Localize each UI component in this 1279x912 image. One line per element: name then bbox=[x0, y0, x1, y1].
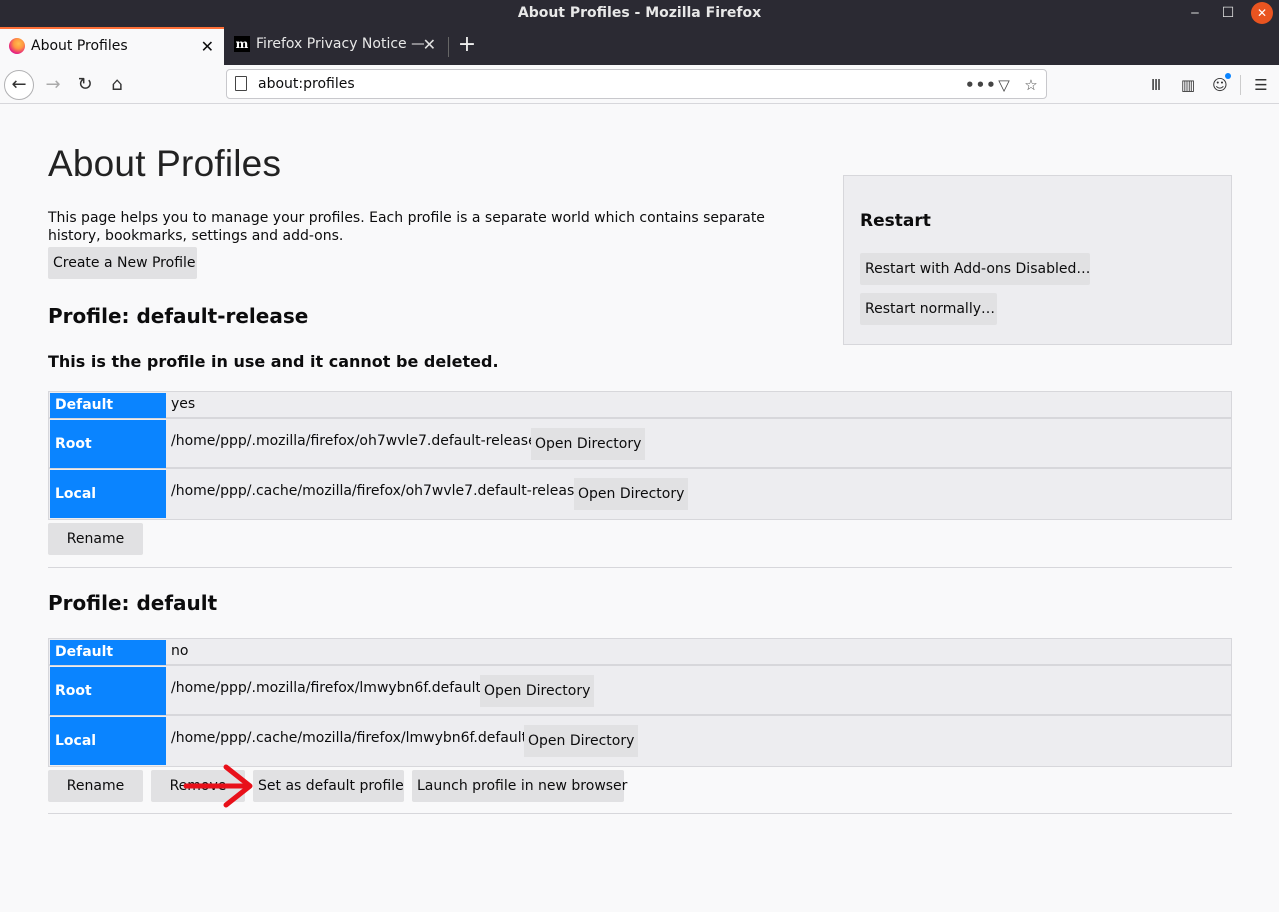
profile-heading: Profile: default bbox=[48, 591, 218, 615]
launch-profile-button[interactable]: Launch profile in new browser bbox=[412, 770, 627, 802]
window-titlebar: About Profiles - Mozilla Firefox ‒ ☐ ✕ bbox=[0, 0, 1279, 27]
intro-text: This page helps you to manage your profi… bbox=[48, 210, 765, 244]
rename-profile-button[interactable]: Rename bbox=[48, 523, 143, 555]
rename-profile-button[interactable]: Rename bbox=[48, 770, 143, 802]
toolbar-separator bbox=[1240, 75, 1241, 95]
local-directory-header: Local Directory bbox=[50, 470, 166, 550]
section-divider bbox=[48, 567, 1232, 568]
restart-normally-button[interactable]: Restart normally… bbox=[860, 293, 997, 325]
profile-table: Default Profile no Root Directory /home/… bbox=[48, 638, 1232, 797]
new-tab-button[interactable]: + bbox=[456, 32, 478, 58]
local-directory-path: /home/ppp/.cache/mozilla/firefox/oh7wvle… bbox=[171, 483, 583, 499]
table-row: Root Directory /home/ppp/.mozilla/firefo… bbox=[49, 666, 1231, 747]
open-local-directory-button[interactable]: Open Directory bbox=[524, 725, 639, 757]
create-new-profile-button[interactable]: Create a New Profile bbox=[48, 247, 197, 279]
navigation-toolbar: ← → ↻ ⌂ about:profiles ••• ▽ ☆ Ⅲ ▥ ☺ ☰ bbox=[0, 65, 1279, 104]
hamburger-menu-icon[interactable]: ☰ bbox=[1247, 71, 1275, 99]
local-directory-header: Local Directory bbox=[50, 717, 166, 797]
mozilla-m-icon: m bbox=[234, 36, 250, 52]
default-profile-header: Default Profile bbox=[50, 640, 166, 685]
table-row: Local Directory /home/ppp/.cache/mozilla… bbox=[49, 716, 1231, 797]
default-profile-value: yes bbox=[171, 396, 196, 412]
tab-label: Firefox Privacy Notice — bbox=[256, 36, 424, 52]
open-local-directory-button[interactable]: Open Directory bbox=[574, 478, 689, 510]
table-row: Default Profile yes bbox=[49, 392, 1231, 438]
root-directory-path: /home/ppp/.mozilla/firefox/lmwybn6f.defa… bbox=[171, 680, 481, 696]
close-tab-icon[interactable]: ✕ bbox=[201, 37, 214, 56]
table-row: Root Directory /home/ppp/.mozilla/firefo… bbox=[49, 419, 1231, 500]
table-row: Default Profile no bbox=[49, 639, 1231, 685]
reload-button[interactable]: ↻ bbox=[70, 70, 100, 100]
firefox-icon bbox=[9, 38, 25, 54]
back-button[interactable]: ← bbox=[4, 70, 34, 100]
profile-heading: Profile: default-release bbox=[48, 304, 309, 328]
profile-table: Default Profile yes Root Directory /home… bbox=[48, 391, 1232, 550]
pocket-icon[interactable]: ▽ bbox=[993, 74, 1015, 96]
tab-privacy-notice[interactable]: m Firefox Privacy Notice — ✕ bbox=[225, 27, 446, 65]
root-directory-header: Root Directory bbox=[50, 667, 166, 747]
minimize-button[interactable]: ‒ bbox=[1184, 2, 1206, 24]
restart-panel: Restart Restart with Add-ons Disabled… R… bbox=[843, 175, 1232, 345]
red-arrow-icon bbox=[183, 764, 253, 808]
home-button[interactable]: ⌂ bbox=[102, 70, 132, 100]
local-directory-path: /home/ppp/.cache/mozilla/firefox/lmwybn6… bbox=[171, 730, 528, 746]
root-directory-path: /home/ppp/.mozilla/firefox/oh7wvle7.defa… bbox=[171, 433, 537, 449]
bookmark-star-icon[interactable]: ☆ bbox=[1020, 74, 1042, 96]
url-bar[interactable]: about:profiles ••• ▽ ☆ bbox=[226, 69, 1047, 99]
library-icon[interactable]: Ⅲ bbox=[1142, 71, 1170, 99]
maximize-button[interactable]: ☐ bbox=[1217, 2, 1239, 24]
close-tab-icon[interactable]: ✕ bbox=[423, 35, 436, 54]
set-default-profile-button[interactable]: Set as default profile bbox=[253, 770, 404, 802]
open-root-directory-button[interactable]: Open Directory bbox=[480, 675, 595, 707]
page-title: About Profiles bbox=[48, 143, 282, 184]
restart-addons-disabled-button[interactable]: Restart with Add-ons Disabled… bbox=[860, 253, 1090, 285]
restart-heading: Restart bbox=[860, 211, 931, 231]
profile-in-use-note: This is the profile in use and it cannot… bbox=[48, 352, 499, 371]
window-title: About Profiles - Mozilla Firefox bbox=[517, 5, 762, 21]
sidebar-icon[interactable]: ▥ bbox=[1174, 71, 1202, 99]
notification-dot bbox=[1225, 73, 1231, 79]
default-profile-value: no bbox=[171, 643, 189, 659]
open-root-directory-button[interactable]: Open Directory bbox=[531, 428, 646, 460]
page-actions-icon[interactable]: ••• bbox=[965, 74, 996, 96]
table-row: Local Directory /home/ppp/.cache/mozilla… bbox=[49, 469, 1231, 550]
tab-about-profiles[interactable]: About Profiles ✕ bbox=[0, 27, 224, 65]
page-content: About Profiles This page helps you to ma… bbox=[0, 105, 1279, 912]
tab-label: About Profiles bbox=[31, 38, 128, 54]
page-icon bbox=[235, 76, 247, 91]
tab-separator bbox=[448, 37, 449, 57]
forward-button[interactable]: → bbox=[38, 70, 68, 100]
tab-bar: About Profiles ✕ m Firefox Privacy Notic… bbox=[0, 27, 1279, 65]
root-directory-header: Root Directory bbox=[50, 420, 166, 500]
section-divider bbox=[48, 813, 1232, 814]
default-profile-header: Default Profile bbox=[50, 393, 166, 438]
url-text[interactable]: about:profiles bbox=[258, 76, 355, 92]
close-window-button[interactable]: ✕ bbox=[1251, 2, 1273, 24]
